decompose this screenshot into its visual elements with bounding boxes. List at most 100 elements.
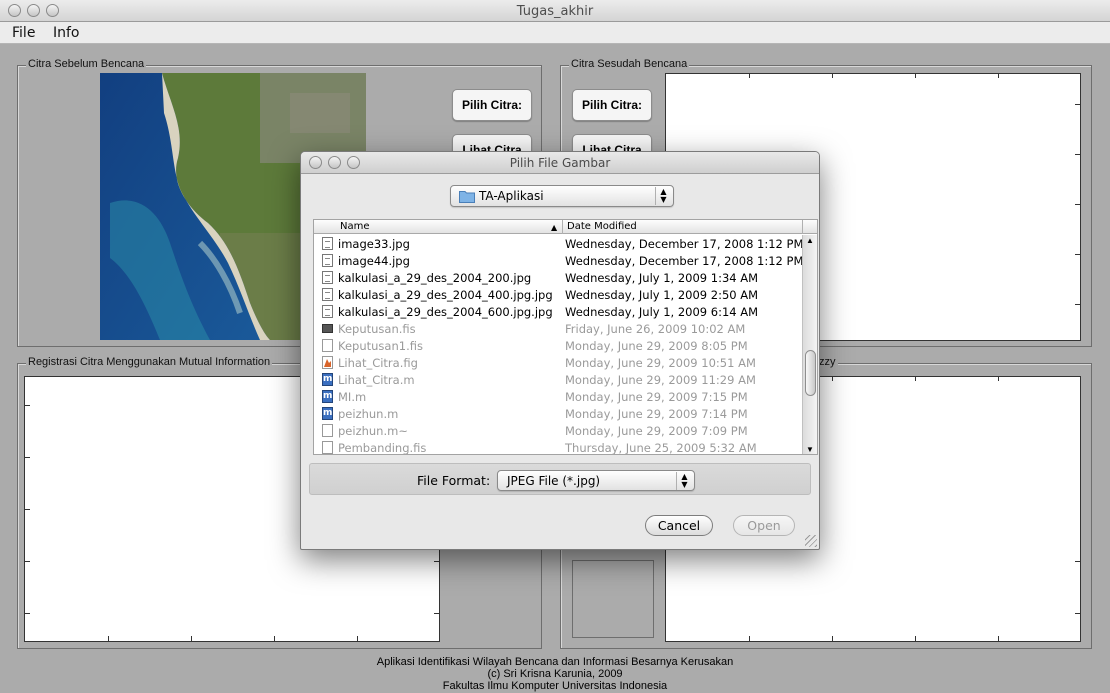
sort-ascending-icon: ▲ (551, 223, 558, 232)
file-name: Keputusan.fis (338, 322, 416, 336)
cancel-button[interactable]: Cancel (645, 515, 713, 536)
file-row[interactable]: m peizhun.m Monday, June 29, 2009 7:14 PM (314, 405, 804, 422)
column-name[interactable]: Name (340, 221, 370, 232)
scrollbar-thumb[interactable] (805, 350, 816, 396)
window-title: Tugas_akhir (516, 4, 594, 19)
file-date-modified: Thursday, June 25, 2009 5:32 AM (565, 441, 757, 455)
footer-line-1: Aplikasi Identifikasi Wilayah Bencana da… (376, 656, 734, 668)
location-popup[interactable]: TA-Aplikasi ▲ ▼ (450, 185, 674, 207)
axis-tick (832, 377, 833, 381)
file-date-modified: Monday, June 29, 2009 7:14 PM (565, 407, 748, 421)
file-date-modified: Monday, June 29, 2009 7:15 PM (565, 390, 748, 404)
resize-grip-icon[interactable] (805, 535, 817, 547)
file-list[interactable]: Name ▲ Date Modified image33.jpg Wednesda… (313, 219, 818, 455)
footer-line-2: (c) Sri Krisna Karunia, 2009 (487, 668, 623, 680)
axis-tick (25, 561, 30, 562)
file-format-value: JPEG File (*.jpg) (507, 474, 601, 488)
axis-tick (25, 457, 30, 458)
scroll-down-arrow-icon[interactable]: ▼ (806, 445, 814, 454)
file-date-modified: Monday, June 29, 2009 10:51 AM (565, 356, 756, 370)
file-rows: image33.jpg Wednesday, December 17, 2008 … (314, 235, 804, 455)
axis-tick (1075, 104, 1080, 105)
scroll-up-arrow-icon[interactable]: ▲ (806, 236, 814, 245)
file-row[interactable]: m MI.m Monday, June 29, 2009 7:15 PM (314, 388, 804, 405)
axis-tick (832, 636, 833, 641)
file-row[interactable]: Keputusan.fis Friday, June 26, 2009 10:02… (314, 320, 804, 337)
pilih-citra-before-button[interactable]: Pilih Citra: (452, 89, 532, 121)
pilih-citra-after-button[interactable]: Pilih Citra: (572, 89, 652, 121)
file-row[interactable]: image44.jpg Wednesday, December 17, 2008 … (314, 252, 804, 269)
axis-tick (749, 636, 750, 641)
blank-file-icon (322, 424, 333, 437)
axis-tick (25, 509, 30, 510)
axis-tick (749, 74, 750, 78)
fis-file-icon (322, 324, 333, 333)
file-date-modified: Monday, June 29, 2009 8:05 PM (565, 339, 748, 353)
file-name: peizhun.m~ (338, 424, 408, 438)
column-separator (802, 220, 803, 234)
file-name: MI.m (338, 390, 367, 404)
file-name: image33.jpg (338, 237, 410, 251)
panel-citra-sebelum-label: Citra Sebelum Bencana (26, 58, 147, 70)
file-format-label: File Format: (417, 473, 491, 488)
jpg-file-icon (322, 305, 333, 318)
file-row[interactable]: kalkulasi_a_29_des_2004_400.jpg.jpg Wedne… (314, 286, 804, 303)
jpg-file-icon (322, 237, 333, 250)
chevron-updown-icon: ▲ ▼ (676, 472, 692, 490)
file-row[interactable]: m Lihat_Citra.m Monday, June 29, 2009 11:2… (314, 371, 804, 388)
axis-tick (434, 613, 439, 614)
vertical-scrollbar[interactable]: ▲ ▼ (802, 235, 817, 454)
file-name: Lihat_Citra.m (338, 373, 415, 387)
file-name: kalkulasi_a_29_des_2004_600.jpg.jpg (338, 305, 553, 319)
window-titlebar: Tugas_akhir (0, 0, 1110, 22)
dialog-titlebar: Pilih File Gambar (301, 152, 819, 174)
axis-tick (108, 636, 109, 641)
file-name: Pembanding.fis (338, 441, 427, 455)
file-date-modified: Friday, June 26, 2009 10:02 AM (565, 322, 746, 336)
footer: Aplikasi Identifikasi Wilayah Bencana da… (0, 656, 1110, 692)
file-row[interactable]: kalkulasi_a_29_des_2004_600.jpg.jpg Wedne… (314, 303, 804, 320)
file-name: peizhun.m (338, 407, 399, 421)
file-date-modified: Wednesday, December 17, 2008 1:12 PM (565, 237, 804, 251)
file-format-popup[interactable]: JPEG File (*.jpg) ▲ ▼ (497, 470, 695, 491)
file-row[interactable]: kalkulasi_a_29_des_2004_200.jpg Wednesday… (314, 269, 804, 286)
location-label: TA-Aplikasi (479, 189, 544, 203)
jpg-file-icon (322, 288, 333, 301)
menu-bar: File Info (0, 22, 1110, 44)
axis-tick (998, 636, 999, 641)
axis-tick (25, 613, 30, 614)
footer-line-3: Fakultas Ilmu Komputer Universitas Indon… (442, 680, 668, 692)
file-row[interactable]: peizhun.m~ Monday, June 29, 2009 7:09 PM (314, 422, 804, 439)
menu-info[interactable]: Info (53, 25, 80, 41)
folder-icon (459, 191, 475, 203)
column-separator (562, 220, 563, 234)
menu-file[interactable]: File (12, 25, 35, 41)
axis-tick (998, 74, 999, 78)
jpg-file-icon (322, 271, 333, 284)
axis-tick (357, 636, 358, 641)
axis-tick (832, 74, 833, 78)
file-date-modified: Wednesday, December 17, 2008 1:12 PM (565, 254, 804, 268)
file-name: kalkulasi_a_29_des_2004_400.jpg.jpg (338, 288, 553, 302)
matlab-fig-icon (322, 356, 333, 369)
file-name: Keputusan1.fis (338, 339, 423, 353)
axis-tick (998, 377, 999, 381)
panel-fuzzy-inner (572, 560, 654, 638)
panel-registrasi-label: Registrasi Citra Menggunakan Mutual Info… (26, 356, 273, 368)
file-name: Lihat_Citra.fig (338, 356, 418, 370)
axis-tick (274, 636, 275, 641)
axis-tick (1075, 613, 1080, 614)
file-row[interactable]: Lihat_Citra.fig Monday, June 29, 2009 10:… (314, 354, 804, 371)
axis-tick (915, 74, 916, 78)
jpg-file-icon (322, 254, 333, 267)
matlab-m-icon: m (322, 373, 333, 386)
panel-citra-sesudah-label: Citra Sesudah Bencana (569, 58, 690, 70)
axis-tick (915, 377, 916, 381)
axis-tick (1075, 204, 1080, 205)
blank-file-icon (322, 441, 333, 454)
file-row[interactable]: image33.jpg Wednesday, December 17, 2008 … (314, 235, 804, 252)
file-row[interactable]: Keputusan1.fis Monday, June 29, 2009 8:05… (314, 337, 804, 354)
open-button[interactable]: Open (733, 515, 795, 536)
column-date-modified[interactable]: Date Modified (567, 221, 637, 232)
file-row[interactable]: Pembanding.fis Thursday, June 25, 2009 5:… (314, 439, 804, 455)
